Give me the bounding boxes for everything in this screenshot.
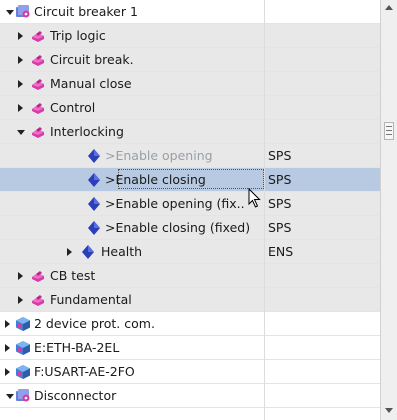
collapse-arrow-icon[interactable] bbox=[18, 296, 23, 304]
tree-row-label: Trip logic bbox=[50, 28, 106, 43]
collapse-arrow-icon[interactable] bbox=[18, 56, 23, 64]
tree-row-label: Interlocking bbox=[50, 124, 124, 139]
expand-arrow-icon[interactable] bbox=[6, 394, 14, 399]
tree-row-2-device-prot-com[interactable]: 2 device prot. com. bbox=[0, 312, 380, 336]
collapse-arrow-icon[interactable] bbox=[5, 368, 10, 376]
tree-row-enable-opening[interactable]: >Enable opening SPS bbox=[0, 144, 380, 168]
scroll-thumb[interactable] bbox=[384, 122, 394, 140]
mouse-cursor-icon bbox=[248, 188, 261, 208]
folder-gear-icon bbox=[16, 389, 30, 402]
expand-arrow-icon[interactable] bbox=[6, 10, 14, 15]
data-type-cell: SPS bbox=[268, 220, 292, 235]
tree-row-label: >Enable opening (fix.. bbox=[105, 196, 245, 211]
tree-row-interlocking[interactable]: Interlocking bbox=[0, 120, 380, 144]
signal-diamond-icon bbox=[88, 149, 100, 163]
tree-row-label: Circuit breaker 1 bbox=[34, 4, 138, 19]
vertical-scrollbar[interactable] bbox=[380, 0, 397, 420]
tree-row-label: E:ETH-BA-2EL bbox=[34, 340, 120, 355]
data-type-cell: SPS bbox=[268, 148, 292, 163]
tree-row-label: Health bbox=[101, 244, 143, 259]
scroll-up-icon[interactable] bbox=[385, 5, 393, 10]
tree-row-label: 2 device prot. com. bbox=[34, 316, 155, 331]
tree-row-enable-closing[interactable]: >Enable closing SPS bbox=[0, 168, 380, 192]
tree-row-e-eth-ba-2el[interactable]: E:ETH-BA-2EL bbox=[0, 336, 380, 360]
collapse-arrow-icon[interactable] bbox=[5, 344, 10, 352]
tree-row-enable-closing-fixed[interactable]: >Enable closing (fixed) SPS bbox=[0, 216, 380, 240]
tree-row-label: >Enable closing (fixed) bbox=[105, 220, 251, 235]
tree-row-label: Disconnector bbox=[34, 388, 117, 403]
tree-row-label: F:USART-AE-2FO bbox=[34, 364, 135, 379]
function-block-icon bbox=[32, 55, 44, 66]
signal-diamond-icon bbox=[82, 245, 94, 259]
function-block-icon bbox=[32, 295, 44, 306]
tree-row-f-usart-ae-2fo[interactable]: F:USART-AE-2FO bbox=[0, 360, 380, 384]
column-divider bbox=[264, 0, 265, 420]
function-block-icon bbox=[32, 271, 44, 282]
module-cube-icon bbox=[16, 365, 30, 379]
tree-row-trip-logic[interactable]: Trip logic bbox=[0, 24, 380, 48]
tree-row-label: Control bbox=[50, 100, 96, 115]
expand-arrow-icon[interactable] bbox=[17, 130, 25, 135]
tree-row-cb-test[interactable]: CB test bbox=[0, 264, 380, 288]
module-cube-icon bbox=[16, 341, 30, 355]
collapse-arrow-icon[interactable] bbox=[18, 272, 23, 280]
signal-diamond-icon bbox=[88, 173, 100, 187]
folder-gear-icon bbox=[16, 5, 30, 18]
data-type-cell: SPS bbox=[268, 196, 292, 211]
tree-row-label: Fundamental bbox=[50, 292, 132, 307]
collapse-arrow-icon[interactable] bbox=[5, 320, 10, 328]
tree-row-fundamental[interactable]: Fundamental bbox=[0, 288, 380, 312]
collapse-arrow-icon[interactable] bbox=[18, 104, 23, 112]
collapse-arrow-icon[interactable] bbox=[18, 80, 23, 88]
tree-row-manual-close[interactable]: Manual close bbox=[0, 72, 380, 96]
module-cube-icon bbox=[16, 317, 30, 331]
data-type-cell: ENS bbox=[268, 244, 294, 259]
tree-row-label: CB test bbox=[50, 268, 96, 283]
function-block-icon bbox=[32, 103, 44, 114]
signal-tree-panel: Circuit breaker 1 Trip logic Circuit bre… bbox=[0, 0, 397, 420]
tree-row-label: Circuit break. bbox=[50, 52, 134, 67]
function-block-icon bbox=[32, 31, 44, 42]
scroll-down-icon[interactable] bbox=[385, 408, 393, 413]
signal-diamond-icon bbox=[88, 221, 100, 235]
collapse-arrow-icon[interactable] bbox=[18, 32, 23, 40]
tree-row-health[interactable]: Health ENS bbox=[0, 240, 380, 264]
tree-row-label: >Enable opening bbox=[105, 148, 213, 163]
collapse-arrow-icon[interactable] bbox=[67, 248, 72, 256]
tree-row-control[interactable]: Control bbox=[0, 96, 380, 120]
signal-diamond-icon bbox=[88, 197, 100, 211]
tree-row-circuit-break[interactable]: Circuit break. bbox=[0, 48, 380, 72]
function-block-icon bbox=[32, 79, 44, 90]
function-block-icon bbox=[32, 127, 44, 138]
tree-row-disconnector[interactable]: Disconnector bbox=[0, 384, 380, 408]
tree-row-circuit-breaker-1[interactable]: Circuit breaker 1 bbox=[0, 0, 380, 24]
tree-row-enable-opening-fixed[interactable]: >Enable opening (fix.. SPS bbox=[0, 192, 380, 216]
data-type-cell: SPS bbox=[268, 172, 292, 187]
tree-row-label: >Enable closing bbox=[105, 172, 206, 187]
tree-row-label: Manual close bbox=[50, 76, 132, 91]
